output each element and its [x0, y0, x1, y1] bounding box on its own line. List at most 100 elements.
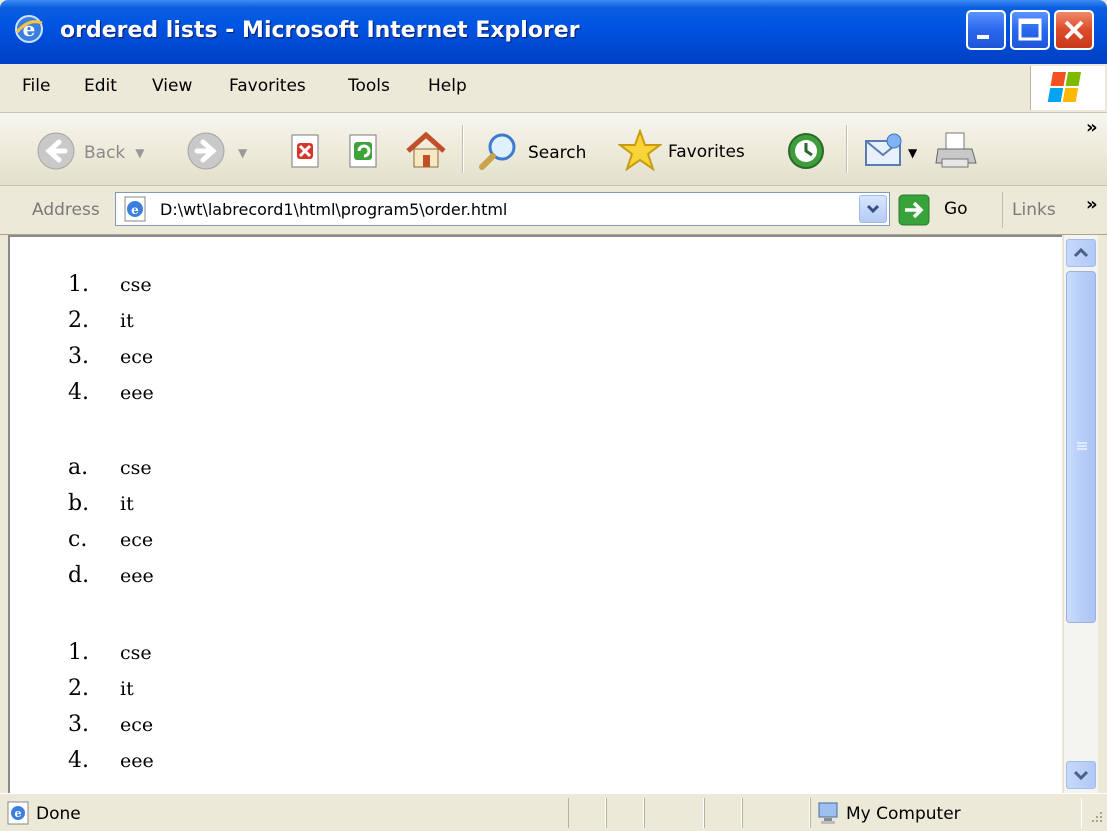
list-marker: 3. — [68, 712, 89, 737]
list-item-text: it — [120, 678, 134, 700]
address-bar: Address e D:\wt\labrecord1\html\program5… — [0, 186, 1107, 235]
list-marker: 4. — [68, 380, 89, 405]
stop-button[interactable] — [288, 133, 324, 173]
back-button[interactable]: Back ▼ — [36, 131, 145, 175]
list-item-text: cse — [120, 457, 152, 479]
list-item: d. eee — [10, 563, 310, 599]
back-arrow-icon — [36, 131, 76, 175]
history-button[interactable] — [786, 131, 826, 175]
printer-icon — [932, 129, 980, 177]
address-input[interactable]: e D:\wt\labrecord1\html\program5\order.h… — [115, 192, 890, 226]
close-button[interactable] — [1054, 10, 1094, 50]
browser-window: e ordered lists - Microsoft Internet Exp… — [0, 0, 1107, 831]
scroll-thumb[interactable] — [1066, 271, 1096, 623]
list-item-text: cse — [120, 274, 152, 296]
star-icon — [617, 128, 663, 175]
history-icon — [786, 131, 826, 175]
vertical-scrollbar[interactable] — [1063, 235, 1098, 793]
security-zone: My Computer — [846, 804, 961, 824]
menu-edit[interactable]: Edit — [84, 76, 117, 96]
toolbar-separator — [846, 125, 848, 173]
ie-icon: e — [14, 14, 44, 44]
menu-favorites[interactable]: Favorites — [229, 76, 306, 96]
chevron-down-icon — [866, 204, 880, 214]
search-label: Search — [528, 143, 587, 163]
refresh-button[interactable] — [346, 133, 382, 173]
list-item-text: ece — [120, 529, 154, 551]
menu-bar: File Edit View Favorites Tools Help — [0, 64, 1107, 113]
list-marker: 1. — [68, 272, 89, 297]
page-content: 1. cse 2. it 3. ece 4. eee a. cse b. it … — [8, 235, 1062, 793]
search-button[interactable]: Search — [478, 131, 586, 175]
windows-logo-icon — [1030, 66, 1105, 110]
minimize-button[interactable] — [966, 10, 1006, 50]
status-pane — [704, 798, 742, 828]
computer-icon — [816, 800, 842, 830]
status-pane — [606, 798, 644, 828]
back-label: Back — [84, 143, 126, 163]
menu-view[interactable]: View — [152, 76, 192, 96]
mail-button[interactable]: ▼ — [862, 131, 917, 175]
address-dropdown-button[interactable] — [859, 195, 887, 223]
mail-icon — [862, 131, 906, 175]
status-text: Done — [36, 804, 81, 824]
list-item: 2. it — [10, 308, 310, 344]
status-pane — [568, 798, 606, 828]
scroll-up-button[interactable] — [1066, 239, 1096, 267]
refresh-icon — [346, 133, 382, 173]
home-icon — [404, 129, 448, 175]
list-item-text: ece — [120, 346, 154, 368]
list-item-text: ece — [120, 714, 154, 736]
menu-help[interactable]: Help — [428, 76, 467, 96]
list-item: 1. cse — [10, 272, 310, 308]
go-label[interactable]: Go — [944, 199, 968, 219]
resize-grip-icon[interactable] — [1086, 808, 1104, 830]
forward-button[interactable]: ▼ — [186, 131, 247, 175]
list-marker: d. — [68, 563, 90, 588]
favorites-button[interactable]: Favorites — [617, 128, 745, 175]
home-button[interactable] — [404, 129, 448, 175]
list-marker: 3. — [68, 344, 89, 369]
page-icon: e — [122, 196, 150, 226]
menu-file[interactable]: File — [22, 76, 50, 96]
svg-text:e: e — [15, 807, 22, 820]
title-bar[interactable]: e ordered lists - Microsoft Internet Exp… — [0, 0, 1107, 64]
address-label: Address — [32, 200, 100, 220]
toolbar-separator — [462, 125, 464, 173]
list-item: 4. eee — [10, 748, 310, 784]
list-item: 1. cse — [10, 640, 310, 676]
toolbar-chevron-icon[interactable]: » — [1086, 117, 1098, 138]
list-marker: b. — [68, 491, 90, 516]
address-value: D:\wt\labrecord1\html\program5\order.htm… — [160, 200, 508, 219]
list-item: a. cse — [10, 455, 310, 491]
scroll-down-button[interactable] — [1066, 761, 1096, 789]
list-item-text: eee — [120, 382, 154, 404]
links-label[interactable]: Links — [1012, 200, 1056, 220]
chevron-down-icon — [1073, 770, 1089, 781]
back-dropdown-icon[interactable]: ▼ — [135, 146, 144, 160]
mail-dropdown-icon[interactable]: ▼ — [908, 146, 917, 160]
print-button[interactable] — [932, 129, 980, 177]
links-chevron-icon[interactable]: » — [1086, 194, 1098, 215]
status-bar: e Done My Computer — [0, 793, 1107, 831]
list-marker: 4. — [68, 748, 89, 773]
list-item: 3. ece — [10, 712, 310, 748]
search-icon — [478, 131, 518, 175]
list-item: 2. it — [10, 676, 310, 712]
go-button[interactable] — [898, 194, 930, 230]
list-item-text: it — [120, 493, 134, 515]
list-item-text: cse — [120, 642, 152, 664]
svg-text:e: e — [131, 203, 139, 217]
menu-tools[interactable]: Tools — [348, 76, 390, 96]
grip-icon — [1077, 442, 1087, 450]
chevron-up-icon — [1073, 247, 1089, 258]
links-separator — [1002, 192, 1003, 228]
maximize-button[interactable] — [1010, 10, 1050, 50]
forward-dropdown-icon[interactable]: ▼ — [238, 146, 247, 160]
forward-arrow-icon — [186, 131, 226, 175]
list-item: 4. eee — [10, 380, 310, 416]
list-item: 3. ece — [10, 344, 310, 380]
stop-icon — [288, 133, 324, 173]
list-marker: 1. — [68, 640, 89, 665]
favorites-label: Favorites — [668, 142, 745, 162]
